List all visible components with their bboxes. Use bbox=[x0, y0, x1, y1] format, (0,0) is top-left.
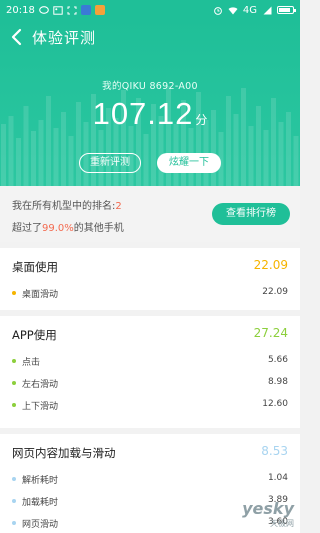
background-bar bbox=[16, 138, 21, 186]
item-label: 加载耗时 bbox=[22, 498, 59, 508]
bullet-dot bbox=[12, 359, 16, 363]
item-value: 12.60 bbox=[262, 399, 288, 409]
item-label: 左右滑动 bbox=[22, 380, 59, 390]
background-bar bbox=[263, 130, 269, 186]
app-notification-icon bbox=[80, 5, 91, 15]
watermark-logo: yesky bbox=[242, 499, 294, 518]
item-value: 5.66 bbox=[267, 355, 288, 365]
background-bar bbox=[68, 136, 74, 186]
background-bar bbox=[31, 131, 36, 186]
bullet-dot bbox=[12, 499, 16, 503]
item-value: 22.09 bbox=[262, 287, 288, 297]
score-unit: 分 bbox=[195, 113, 208, 127]
section-score: 27.24 bbox=[253, 326, 288, 340]
section-header: 桌面使用 22.09 bbox=[0, 248, 300, 282]
section-score: 22.09 bbox=[253, 258, 288, 272]
list-item: 解析耗时 1.04 bbox=[0, 468, 300, 490]
item-label: 桌面滑动 bbox=[22, 290, 59, 300]
image-icon bbox=[53, 5, 63, 15]
beat-percent: 99.0% bbox=[42, 223, 74, 234]
item-label: 网页滑动 bbox=[22, 520, 59, 530]
retest-button[interactable]: 重新评测 bbox=[79, 153, 141, 173]
section-header: APP使用 27.24 bbox=[0, 316, 300, 350]
watermark: yesky 天极网 bbox=[242, 499, 294, 529]
wifi-icon bbox=[228, 6, 238, 14]
item-label: 解析耗时 bbox=[22, 476, 59, 486]
device-model: 我的QIKU 8692-A00 bbox=[102, 81, 198, 92]
section-desktop: 桌面使用 22.09 桌面滑动 22.09 bbox=[0, 248, 300, 310]
background-bar bbox=[143, 134, 149, 186]
app-notification-icon bbox=[94, 5, 105, 15]
bullet-dot bbox=[12, 381, 16, 385]
item-value: 1.04 bbox=[267, 473, 288, 483]
total-score: 107.12 分 bbox=[0, 96, 300, 132]
item-value: 8.98 bbox=[267, 377, 288, 387]
list-item: 左右滑动 8.98 bbox=[0, 372, 300, 394]
background-bar bbox=[1, 124, 6, 186]
score-value: 107.12 bbox=[92, 96, 194, 131]
beat-text: 超过了99.0%的其他手机 bbox=[12, 219, 124, 234]
item-label: 点击 bbox=[22, 358, 41, 368]
status-time: 20:18 bbox=[6, 4, 35, 16]
alarm-icon bbox=[213, 6, 222, 15]
section-app: APP使用 27.24 点击 5.66 左右滑动 8.98 上下滑动 12.60 bbox=[0, 316, 300, 428]
rank-text: 我在所有机型中的排名:2 bbox=[12, 197, 122, 212]
rank-card: 我在所有机型中的排名:2 超过了99.0%的其他手机 查看排行榜 bbox=[0, 186, 300, 242]
background-bar bbox=[293, 136, 299, 186]
bullet-dot bbox=[12, 521, 16, 525]
bullet-dot bbox=[12, 403, 16, 407]
background-bar bbox=[248, 126, 254, 186]
beat-suffix: 的其他手机 bbox=[73, 223, 124, 234]
watermark-sub: 天极网 bbox=[270, 519, 294, 528]
back-arrow-icon[interactable] bbox=[10, 28, 26, 46]
page-title: 体验评测 bbox=[32, 29, 97, 47]
bullet-dot bbox=[12, 477, 16, 481]
background-bar bbox=[53, 128, 59, 186]
rank-prefix: 我在所有机型中的排名: bbox=[12, 201, 116, 212]
list-item: 上下滑动 12.60 bbox=[0, 394, 300, 416]
list-item: 桌面滑动 22.09 bbox=[0, 282, 300, 304]
section-header: 网页内容加载与滑动 8.53 bbox=[0, 434, 300, 468]
section-title: 网页内容加载与滑动 bbox=[12, 446, 116, 460]
section-title: 桌面使用 bbox=[12, 260, 58, 274]
network-label: 4G bbox=[242, 4, 257, 16]
top-bar: 体验评测 bbox=[0, 20, 300, 54]
rank-position: 2 bbox=[115, 201, 122, 212]
section-score: 8.53 bbox=[261, 444, 288, 458]
signal-icon bbox=[263, 6, 272, 14]
share-button[interactable]: 炫耀一下 bbox=[157, 153, 221, 173]
score-header: 体验评测 我的QIKU 8692-A00 107.12 分 重新评测 炫耀一下 bbox=[0, 20, 300, 186]
battery-icon bbox=[277, 6, 296, 14]
status-bar: 20:18 4G bbox=[0, 0, 300, 20]
section-title: APP使用 bbox=[12, 328, 57, 342]
list-item: 点击 5.66 bbox=[0, 350, 300, 372]
scan-icon bbox=[67, 6, 77, 14]
message-icon bbox=[38, 5, 49, 14]
item-label: 上下滑动 bbox=[22, 402, 59, 412]
beat-prefix: 超过了 bbox=[12, 223, 42, 234]
bullet-dot bbox=[12, 291, 16, 295]
view-ranking-button[interactable]: 查看排行榜 bbox=[212, 203, 290, 225]
